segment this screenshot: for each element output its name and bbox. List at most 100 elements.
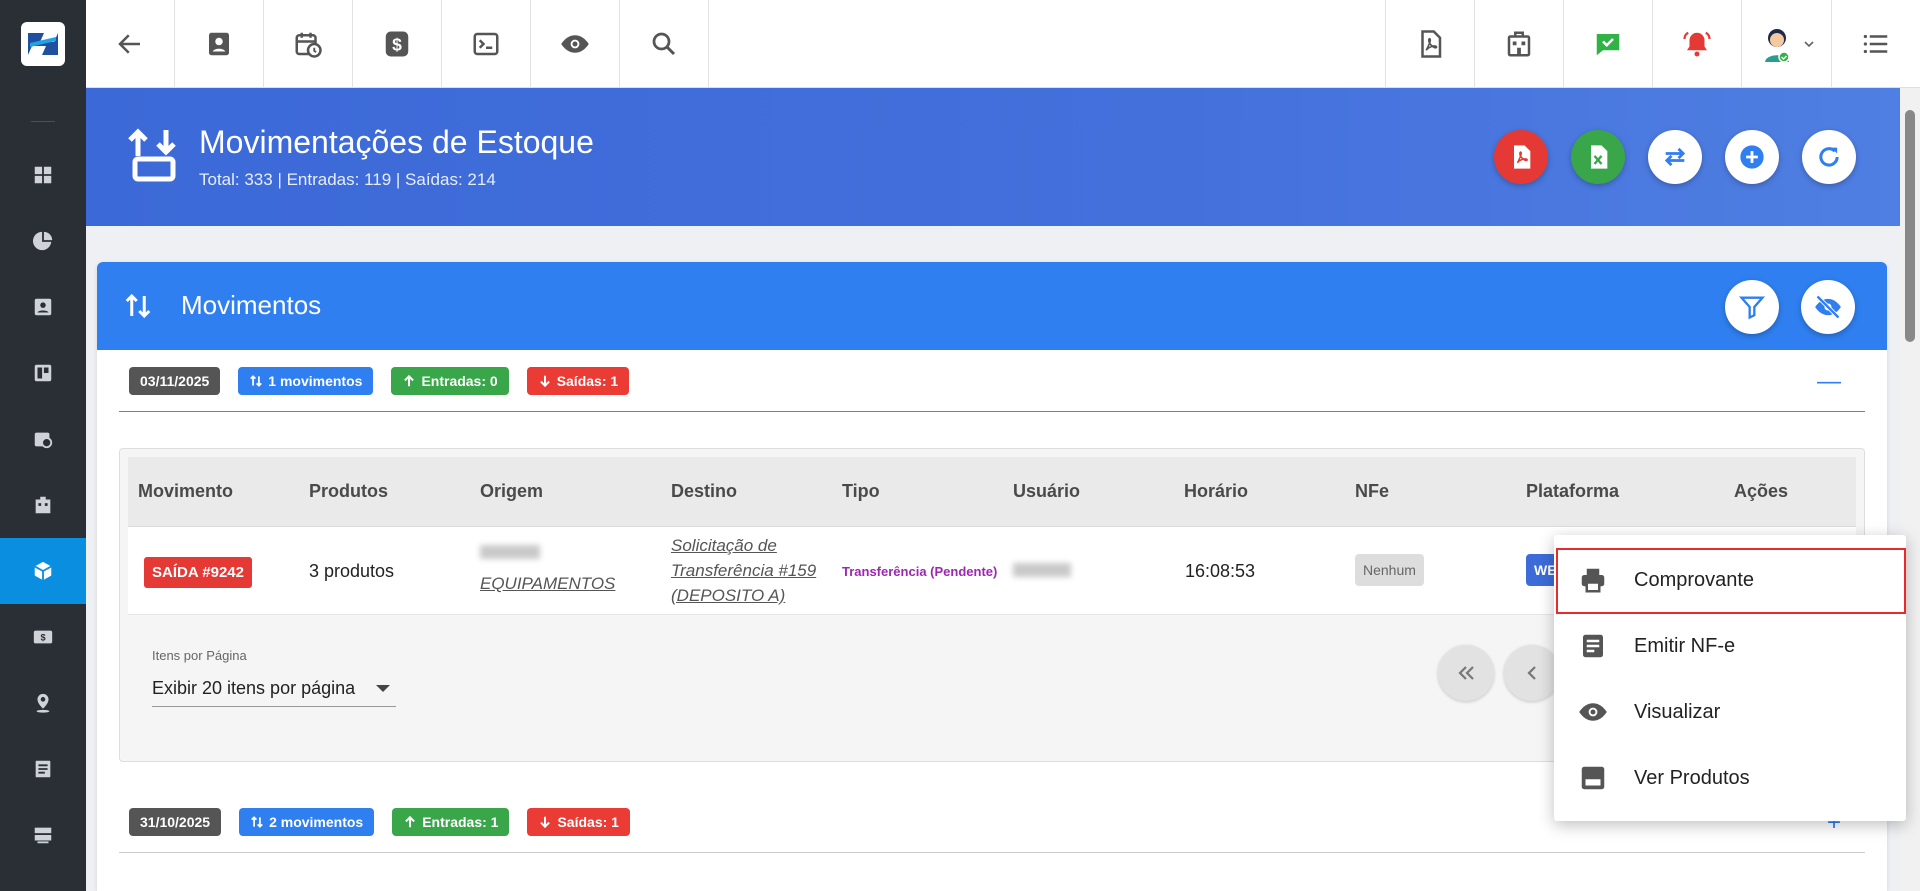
sidebar-item-dashboard[interactable] (0, 142, 86, 208)
calendar-clock-icon (295, 32, 322, 58)
origin-link[interactable]: EQUIPAMENTOS (480, 571, 615, 596)
document-icon (1583, 634, 1603, 658)
building-icon (35, 496, 51, 514)
contacts-shortcut-button[interactable] (175, 0, 264, 88)
search-button[interactable] (620, 0, 709, 88)
first-page-button[interactable] (1438, 645, 1494, 701)
dashboard-icon (34, 166, 52, 184)
filter-button[interactable] (1725, 280, 1779, 334)
chevron-left-icon (1527, 666, 1536, 680)
per-page-select[interactable]: Exibir 20 itens por página (152, 671, 396, 707)
destination-line: Solicitação de (671, 536, 777, 555)
destination-link[interactable]: Solicitação de Transferência #159 (DEPOSIT… (671, 533, 816, 608)
excel-file-icon (1591, 145, 1608, 169)
table-header: Movimento Produtos Origem Destino Tipo U… (128, 457, 1856, 527)
sidebar-item-stock[interactable] (0, 538, 86, 604)
exits-count: Saídas: 1 (557, 813, 619, 830)
column-header-origem[interactable]: Origem (480, 481, 543, 502)
bell-alert-icon (1683, 31, 1711, 57)
menu-item-visualizar[interactable]: Visualizar (1554, 679, 1906, 745)
column-header-nfe[interactable]: NFe (1355, 481, 1389, 502)
app-logo[interactable] (0, 0, 86, 88)
menu-item-emitir-nfe[interactable]: Emitir NF-e (1554, 613, 1906, 679)
pdf-shortcut-button[interactable] (1385, 0, 1474, 88)
sidebar-item-board[interactable] (0, 340, 86, 406)
sidebar-item-schedule[interactable] (0, 406, 86, 472)
sidebar-item-locations[interactable] (0, 670, 86, 736)
transfer-button[interactable] (1648, 130, 1702, 184)
collapse-toggle[interactable]: — (1817, 368, 1841, 396)
movement-badge[interactable]: SAÍDA #9242 (144, 557, 252, 588)
messages-button[interactable] (1563, 0, 1652, 88)
per-page-label: Itens por Página (152, 648, 247, 663)
header-actions (1494, 130, 1856, 184)
top-toolbar: $ (86, 0, 1920, 88)
company-shortcut-button[interactable] (1474, 0, 1563, 88)
group-date-badge: 31/10/2025 (129, 807, 222, 836)
view-shortcut-button[interactable] (531, 0, 620, 88)
calendar-clock-icon (34, 432, 53, 449)
per-page-value: Exibir 20 itens por página (152, 678, 356, 698)
column-header-movimento[interactable]: Movimento (138, 481, 233, 502)
pie-chart-icon (32, 231, 53, 251)
exits-badge: Saídas: 1 (527, 807, 630, 836)
arrow-up-icon (404, 374, 415, 386)
add-movement-button[interactable] (1725, 130, 1779, 184)
column-header-produtos[interactable]: Produtos (309, 481, 388, 502)
sort-arrows-icon (250, 374, 263, 387)
sidebar-item-reports[interactable] (0, 208, 86, 274)
column-header-plataforma[interactable]: Plataforma (1526, 481, 1619, 502)
contact-card-icon (209, 32, 229, 56)
eye-off-icon (1815, 295, 1841, 319)
refresh-icon (1819, 147, 1839, 167)
exits-count: Saídas: 1 (556, 372, 619, 389)
sidebar-item-company[interactable] (0, 472, 86, 538)
sidebar-item-documents[interactable] (0, 736, 86, 802)
menu-item-label: Emitir NF-e (1634, 634, 1736, 657)
nfe-status-badge: Nenhum (1355, 554, 1424, 586)
product-box-icon (1581, 766, 1605, 790)
export-pdf-button[interactable] (1494, 130, 1548, 184)
server-icon (34, 827, 52, 844)
column-header-horario[interactable]: Horário (1184, 481, 1248, 502)
row-actions-menu: Comprovante Emitir NF-e Visualizar Ver P… (1554, 535, 1906, 821)
chat-check-icon (1596, 34, 1620, 56)
column-header-tipo[interactable]: Tipo (842, 481, 880, 502)
avatar (1764, 29, 1790, 63)
box-icon (34, 561, 52, 581)
document-icon (35, 760, 51, 778)
sort-arrows-icon (125, 293, 151, 319)
chevron-down-icon (1803, 41, 1814, 48)
sidebar-divider (31, 121, 55, 122)
destination-line: Transferência #159 (671, 561, 817, 580)
sidebar-item-contacts[interactable] (0, 274, 86, 340)
finance-shortcut-button[interactable]: $ (353, 0, 442, 88)
export-excel-button[interactable] (1571, 130, 1625, 184)
main-menu-button[interactable] (1831, 0, 1920, 88)
sidebar-item-servers[interactable] (0, 802, 86, 868)
notifications-button[interactable] (1652, 0, 1741, 88)
money-icon: $ (33, 630, 53, 644)
entries-badge: Entradas: 1 (392, 807, 510, 836)
svg-text:$: $ (392, 34, 402, 54)
card-actions (1725, 280, 1855, 334)
date-group-header[interactable]: 03/11/2025 1 movimentos Entradas: 0 Saíd… (119, 350, 1865, 412)
menu-item-comprovante[interactable]: Comprovante (1554, 547, 1906, 614)
origin-name-redacted (480, 545, 542, 559)
scrollbar-thumb[interactable] (1905, 110, 1915, 342)
previous-page-button[interactable] (1504, 645, 1560, 701)
printer-icon (1581, 568, 1605, 593)
schedule-shortcut-button[interactable] (264, 0, 353, 88)
sidebar-item-finance[interactable]: $ (0, 604, 86, 670)
menu-item-ver-produtos[interactable]: Ver Produtos (1554, 745, 1906, 811)
hide-columns-button[interactable] (1801, 280, 1855, 334)
refresh-button[interactable] (1802, 130, 1856, 184)
group-date-badge: 03/11/2025 (129, 366, 221, 395)
column-header-usuario[interactable]: Usuário (1013, 481, 1080, 502)
arrow-up-icon (405, 815, 416, 827)
column-header-destino[interactable]: Destino (671, 481, 737, 502)
back-button[interactable] (86, 0, 175, 88)
user-menu-button[interactable] (1741, 0, 1831, 88)
terminal-shortcut-button[interactable] (442, 0, 531, 88)
entries-count: Entradas: 0 (421, 372, 498, 389)
